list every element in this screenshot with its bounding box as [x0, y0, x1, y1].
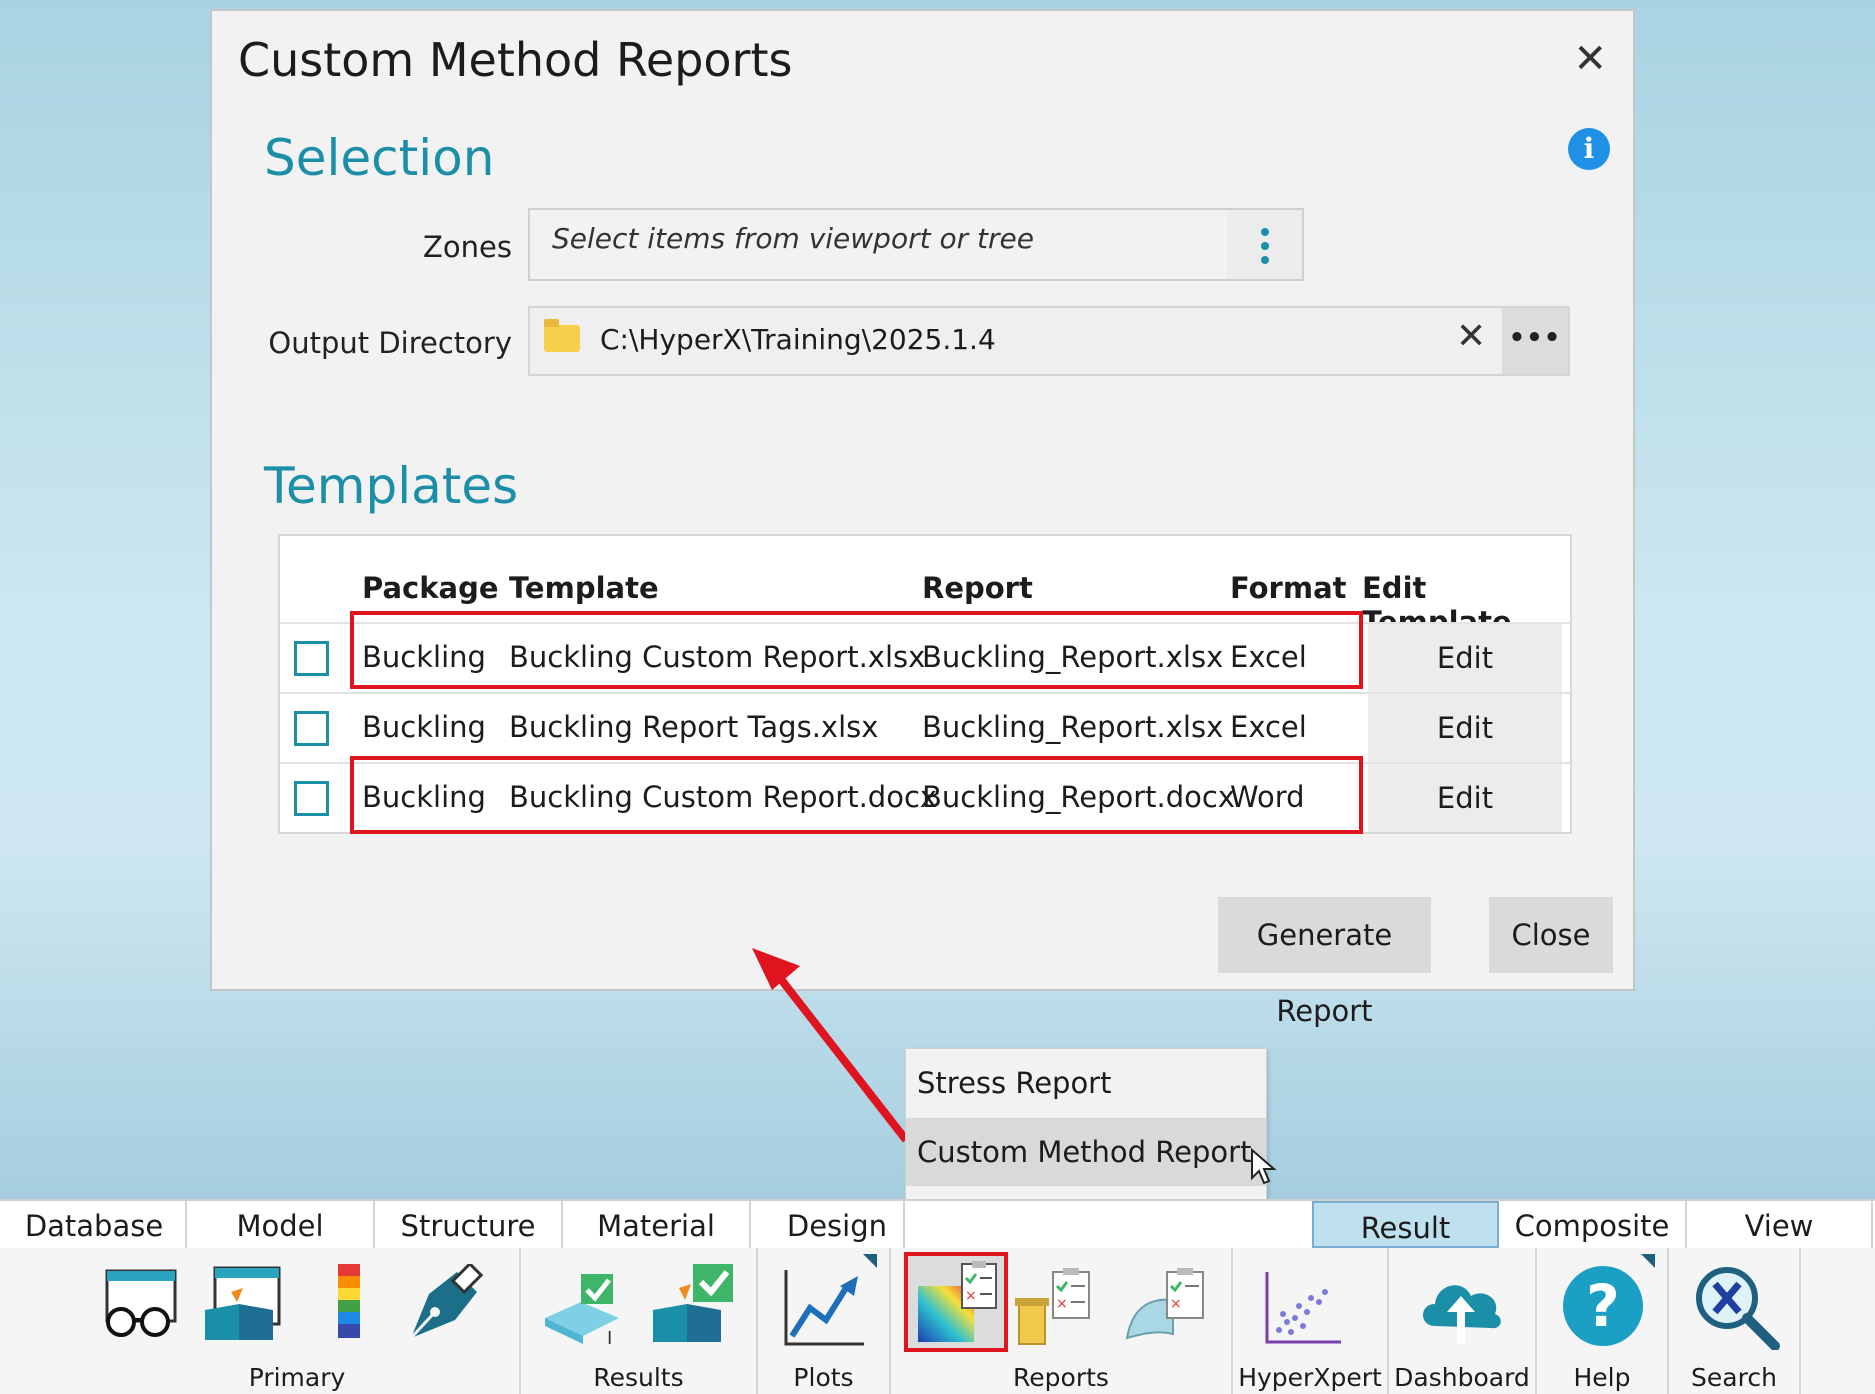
edit-button[interactable]: Edit	[1368, 694, 1562, 762]
browse-button[interactable]: •••	[1502, 308, 1568, 374]
tab-design[interactable]: Design	[751, 1201, 905, 1248]
cell-template: Buckling Report Tags.xlsx	[509, 710, 879, 744]
tab-structure[interactable]: Structure	[375, 1201, 563, 1248]
group-results: I Results	[521, 1248, 758, 1394]
templates-heading: Templates	[264, 457, 519, 515]
surface-report-icon[interactable]: ×	[1123, 1264, 1207, 1346]
column-header-template[interactable]: Template	[509, 571, 659, 605]
group-label-search: Search	[1691, 1363, 1777, 1392]
info-icon[interactable]: i	[1568, 128, 1610, 170]
table-row[interactable]: Buckling Buckling Report Tags.xlsx Buckl…	[280, 692, 1570, 762]
cloud-upload-icon[interactable]	[1415, 1272, 1505, 1348]
edit-button[interactable]: Edit	[1368, 624, 1562, 692]
group-label-hyperxpert: HyperXpert	[1238, 1363, 1382, 1392]
close-button[interactable]: Close	[1489, 897, 1613, 973]
zones-label: Zones	[423, 230, 512, 264]
pen-icon[interactable]	[405, 1264, 485, 1342]
group-help: ? Help	[1537, 1248, 1669, 1394]
highlight-box	[350, 756, 1363, 834]
menu-item-stress-report[interactable]: Stress Report	[906, 1049, 1266, 1117]
group-label-plots: Plots	[793, 1363, 854, 1392]
dialog-launcher-icon[interactable]	[863, 1254, 877, 1268]
kebab-menu-icon[interactable]	[1227, 210, 1302, 279]
output-directory-field[interactable]: C:\HyperX\Training\2025.1.4 ✕ •••	[528, 306, 1570, 376]
group-search: Search	[1669, 1248, 1801, 1394]
close-icon[interactable]: ✕	[1573, 39, 1607, 79]
menu-item-custom-method-report[interactable]: Custom Method Report	[906, 1118, 1266, 1186]
mouse-cursor-icon	[1251, 1148, 1277, 1185]
row-checkbox[interactable]	[294, 781, 329, 816]
zones-input[interactable]: Select items from viewport or tree	[528, 208, 1304, 281]
dialog-title: Custom Method Reports	[238, 33, 793, 87]
output-directory-label: Output Directory	[268, 326, 512, 360]
group-reports: × × × Reports	[891, 1248, 1233, 1394]
clear-icon[interactable]: ✕	[1456, 316, 1486, 357]
tab-model[interactable]: Model	[187, 1201, 375, 1248]
ribbon-tabs: Database Model Structure Material Design…	[0, 1199, 1875, 1252]
group-label-help: Help	[1573, 1363, 1631, 1392]
highlight-box	[350, 611, 1363, 689]
cell-package: Buckling	[362, 710, 486, 744]
column-header-package[interactable]: Package	[362, 571, 499, 605]
primary-panel-icon[interactable]	[203, 1266, 283, 1342]
selection-heading: Selection	[264, 129, 495, 187]
scatter-plot-icon[interactable]	[1263, 1270, 1343, 1346]
group-label-results: Results	[593, 1363, 684, 1392]
glasses-window-icon[interactable]	[99, 1268, 179, 1340]
results-check-icon[interactable]	[651, 1262, 737, 1344]
row-checkbox[interactable]	[294, 711, 329, 746]
column-header-report[interactable]: Report	[922, 571, 1033, 605]
tab-result[interactable]: Result	[1312, 1201, 1499, 1248]
group-primary: Primary	[75, 1248, 521, 1394]
results-plate-icon[interactable]: I	[541, 1270, 627, 1346]
analysis-report-icon[interactable]: ×	[1013, 1264, 1093, 1346]
custom-method-report-button[interactable]: ×	[904, 1252, 1008, 1352]
tab-material[interactable]: Material	[563, 1201, 751, 1248]
stress-report-icon: ×	[918, 1261, 997, 1342]
cell-format: Excel	[1230, 710, 1307, 744]
color-legend-icon[interactable]	[335, 1262, 365, 1342]
edit-button[interactable]: Edit	[1368, 764, 1562, 832]
custom-method-reports-dialog: Custom Method Reports ✕ Selection i Zone…	[210, 9, 1635, 1028]
tab-view[interactable]: View	[1687, 1201, 1873, 1248]
output-directory-value: C:\HyperX\Training\2025.1.4	[600, 323, 996, 356]
svg-text:I: I	[607, 1328, 612, 1346]
svg-text:×: ×	[1056, 1296, 1068, 1312]
row-checkbox[interactable]	[294, 641, 329, 676]
group-label-primary: Primary	[248, 1363, 346, 1392]
group-hyperxpert: HyperXpert	[1233, 1248, 1389, 1394]
ribbon: Primary I Results Plots × × × Reports Hy…	[0, 1248, 1875, 1394]
group-dashboard: Dashboard	[1389, 1248, 1537, 1394]
line-plot-icon[interactable]	[782, 1268, 866, 1348]
group-label-dashboard: Dashboard	[1394, 1363, 1530, 1392]
svg-text:?: ?	[1586, 1272, 1620, 1340]
column-header-format[interactable]: Format	[1230, 571, 1347, 605]
group-label-reports: Reports	[1013, 1363, 1109, 1392]
zones-placeholder: Select items from viewport or tree	[552, 222, 1034, 255]
generate-report-button[interactable]: Generate Report	[1218, 897, 1431, 1028]
group-plots: Plots	[758, 1248, 891, 1394]
folder-icon	[544, 319, 580, 352]
cell-report: Buckling_Report.xlsx	[922, 710, 1224, 744]
tab-database[interactable]: Database	[3, 1201, 187, 1248]
search-icon[interactable]	[1693, 1264, 1781, 1350]
tab-composite[interactable]: Composite	[1499, 1201, 1687, 1248]
help-icon[interactable]: ?	[1561, 1264, 1645, 1348]
svg-text:×: ×	[965, 1288, 977, 1304]
svg-text:×: ×	[1170, 1296, 1182, 1312]
